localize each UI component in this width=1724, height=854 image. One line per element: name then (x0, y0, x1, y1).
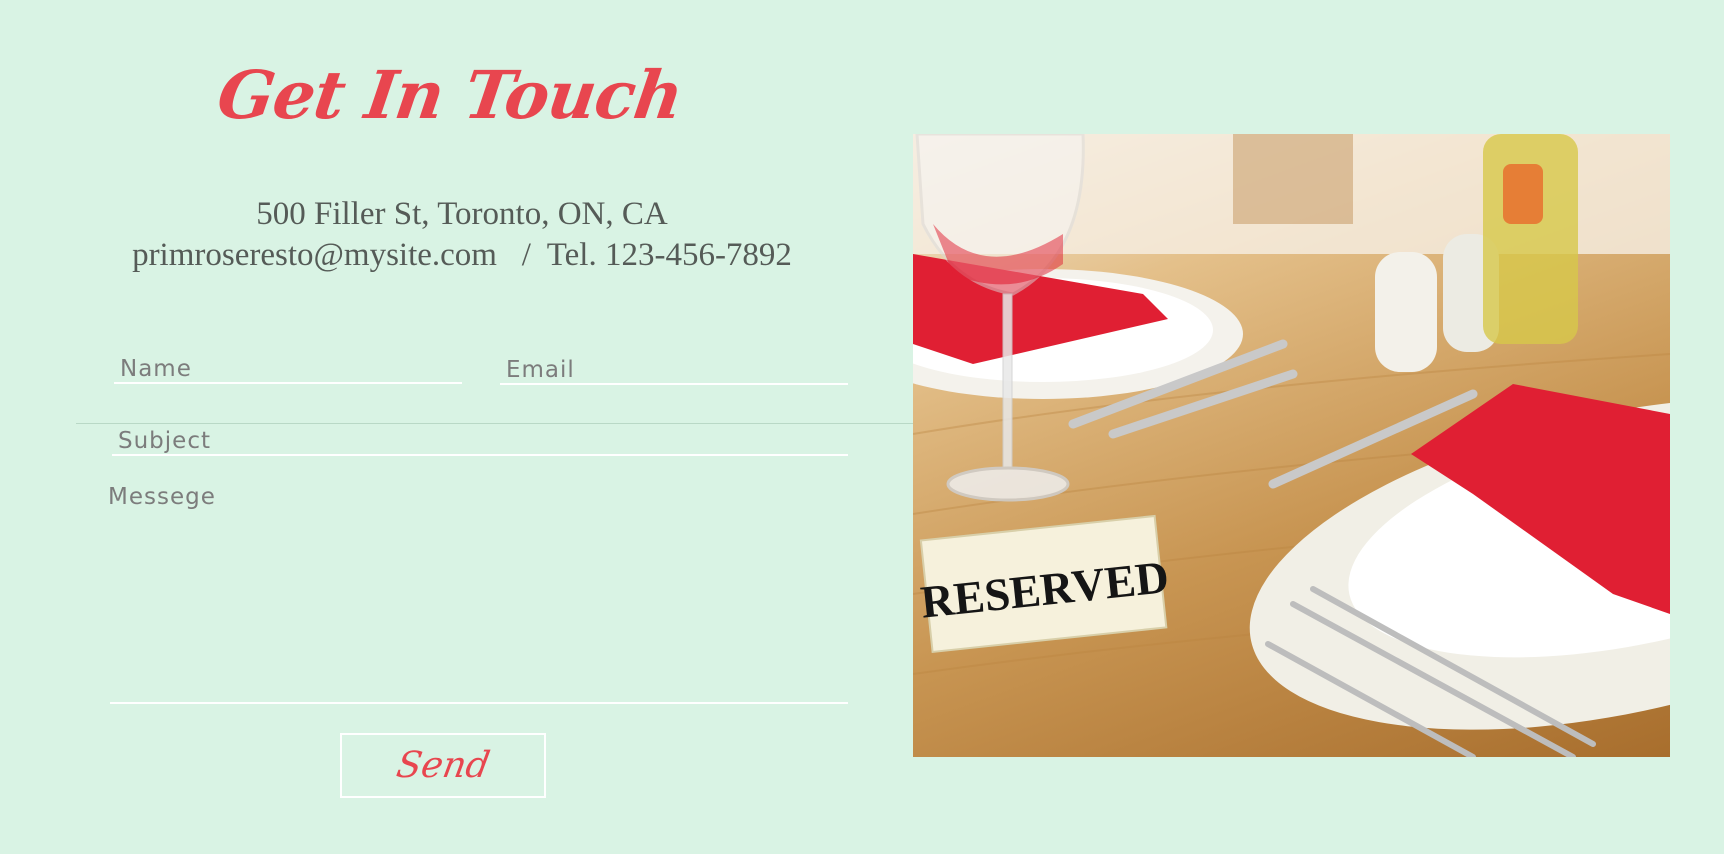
page-title: Get In Touch (212, 56, 688, 134)
email-field[interactable]: Email (500, 346, 848, 385)
email-placeholder: Email (506, 356, 575, 383)
message-placeholder: Messege (108, 484, 216, 510)
message-field[interactable]: Messege (108, 480, 848, 704)
subject-field[interactable]: Subject (112, 416, 848, 456)
address-text: 500 Filler St, Toronto, ON, CA (256, 196, 668, 232)
subject-placeholder: Subject (118, 427, 211, 454)
salt-shaker (1375, 252, 1437, 372)
name-placeholder: Name (120, 355, 192, 382)
restaurant-table-photo: RESERVED (913, 134, 1670, 757)
email-phone-text: primroseresto@mysite.com / Tel. 123-456-… (132, 237, 792, 273)
name-field[interactable]: Name (114, 346, 462, 384)
table-setting-illustration: RESERVED (913, 134, 1670, 757)
send-button-label: Send (393, 745, 493, 786)
reserved-sign: RESERVED (918, 514, 1171, 654)
send-button[interactable]: Send (340, 733, 546, 798)
